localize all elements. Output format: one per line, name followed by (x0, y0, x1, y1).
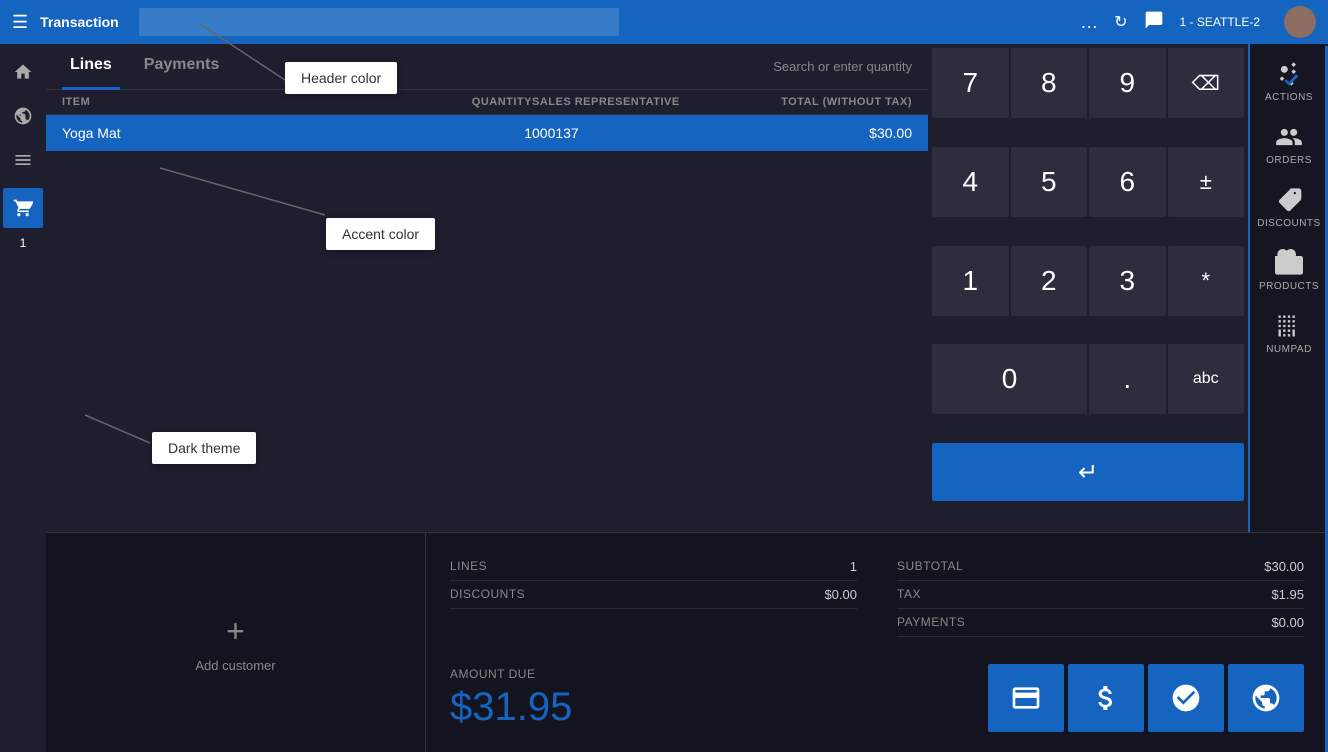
pay-card-button[interactable] (988, 664, 1064, 732)
panel-products[interactable]: PRODUCTS (1253, 241, 1325, 300)
pay-global-button[interactable] (1228, 664, 1304, 732)
num-2[interactable]: 2 (1011, 246, 1088, 316)
amount-due-label: AMOUNT DUE (450, 667, 572, 681)
panel-discounts[interactable]: % DISCOUNTS (1253, 178, 1325, 237)
num-star[interactable]: * (1168, 246, 1245, 316)
payments-row: PAYMENTS $0.00 (897, 609, 1304, 637)
cart-badge: 1 (20, 236, 27, 250)
totals-grid: LINES 1 DISCOUNTS $0.00 SUBTOTAL $ (450, 553, 1304, 637)
num-9[interactable]: 9 (1089, 48, 1166, 118)
num-abc[interactable]: abc (1168, 344, 1245, 414)
discounts-row: DISCOUNTS $0.00 (450, 581, 857, 609)
numpad-panel: 7 8 9 ⌫ 4 5 6 ± 1 2 3 * 0 . abc (928, 44, 1248, 532)
customer-panel[interactable]: + Add customer (46, 533, 426, 752)
svg-text:%: % (1283, 198, 1291, 208)
num-1[interactable]: 1 (932, 246, 1009, 316)
add-customer-icon: + (226, 613, 245, 650)
numpad-grid: 7 8 9 ⌫ 4 5 6 ± 1 2 3 * 0 . abc (928, 44, 1248, 532)
num-3[interactable]: 3 (1089, 246, 1166, 316)
refresh-icon[interactable]: ↻ (1114, 12, 1127, 32)
amount-due-value: $31.95 (450, 685, 572, 730)
num-5[interactable]: 5 (1011, 147, 1088, 217)
left-sidebar: 1 (0, 44, 46, 752)
orders-label: ORDERS (1266, 155, 1312, 166)
more-icon[interactable]: … (1080, 12, 1098, 33)
sidebar-item-cart[interactable] (3, 188, 43, 228)
num-enter[interactable]: ↵ (932, 443, 1244, 501)
payments-label: PAYMENTS (897, 615, 965, 630)
message-icon[interactable] (1144, 10, 1164, 35)
top-bar: ☰ Transaction … ↻ 1 - SEATTLE-2 (0, 0, 1328, 44)
tax-label: TAX (897, 587, 921, 602)
order-table: ITEM QUANTITY SALES REPRESENTATIVE TOTAL… (46, 90, 928, 532)
add-customer-label: Add customer (195, 658, 275, 673)
pay-cash-button[interactable] (1068, 664, 1144, 732)
tabs-row: Lines Payments Search or enter quantity (46, 44, 928, 90)
tab-lines[interactable]: Lines (62, 44, 120, 90)
payment-buttons (988, 664, 1304, 732)
amount-due-row: AMOUNT DUE $31.95 (450, 664, 1304, 732)
discounts-label: DISCOUNTS (450, 587, 525, 602)
col-quantity: QUANTITY (412, 96, 532, 108)
subtotal-value: $30.00 (1264, 559, 1304, 574)
subtotal-label: SUBTOTAL (897, 559, 963, 574)
col-sales-rep: SALES REPRESENTATIVE (532, 96, 732, 108)
right-panel: ACTIONS ORDERS % DISCOUNTS (1248, 44, 1328, 532)
location-label: 1 - SEATTLE-2 (1180, 15, 1260, 29)
discounts-label: DISCOUNTS (1257, 218, 1320, 229)
lines-row: LINES 1 (450, 553, 857, 581)
sidebar-item-home[interactable] (3, 52, 43, 92)
tax-value: $1.95 (1271, 587, 1304, 602)
table-header: ITEM QUANTITY SALES REPRESENTATIVE TOTAL… (46, 90, 928, 115)
table-row[interactable]: Yoga Mat 1 000137 $30.00 (46, 115, 928, 151)
sidebar-item-catalog[interactable] (3, 96, 43, 136)
totals-panel: LINES 1 DISCOUNTS $0.00 SUBTOTAL $ (426, 533, 1328, 752)
discounts-value: $0.00 (824, 587, 857, 602)
col-item: ITEM (62, 96, 412, 108)
num-dot[interactable]: . (1089, 344, 1166, 414)
callout-accent-color: Accent color (326, 218, 435, 250)
pay-other-button[interactable] (1148, 664, 1224, 732)
num-plusminus[interactable]: ± (1168, 147, 1245, 217)
payments-value: $0.00 (1271, 615, 1304, 630)
content-area: Lines Payments Search or enter quantity … (46, 44, 1328, 752)
row-item: Yoga Mat (62, 125, 412, 141)
num-backspace[interactable]: ⌫ (1168, 48, 1245, 118)
row-sales-rep: 000137 (532, 125, 732, 141)
callout-dark-theme: Dark theme (152, 432, 256, 464)
sidebar-item-menu[interactable] (3, 140, 43, 180)
num-7[interactable]: 7 (932, 48, 1009, 118)
callout-header-color: Header color (285, 62, 397, 94)
num-0[interactable]: 0 (932, 344, 1087, 414)
bottom-area: + Add customer LINES 1 DISCOUNTS $0.00 (46, 532, 1328, 752)
row-total: $30.00 (732, 125, 912, 141)
tab-payments[interactable]: Payments (136, 44, 228, 90)
products-label: PRODUCTS (1259, 281, 1319, 292)
user-avatar[interactable] (1284, 6, 1316, 38)
numpad-label: NUMPAD (1266, 344, 1312, 355)
num-8[interactable]: 8 (1011, 48, 1088, 118)
top-search-input[interactable] (139, 8, 619, 36)
panel-orders[interactable]: ORDERS (1253, 115, 1325, 174)
lines-value: 1 (850, 559, 857, 574)
lines-label: LINES (450, 559, 487, 574)
menu-icon[interactable]: ☰ (12, 12, 28, 33)
panel-actions[interactable]: ACTIONS (1253, 52, 1325, 111)
subtotal-row: SUBTOTAL $30.00 (897, 553, 1304, 581)
num-6[interactable]: 6 (1089, 147, 1166, 217)
tax-row: TAX $1.95 (897, 581, 1304, 609)
panel-numpad[interactable]: NUMPAD (1253, 304, 1325, 363)
app-title: Transaction (40, 14, 119, 30)
row-qty: 1 (412, 125, 532, 141)
search-qty-label: Search or enter quantity (773, 59, 912, 74)
num-4[interactable]: 4 (932, 147, 1009, 217)
actions-label: ACTIONS (1265, 92, 1313, 103)
top-bar-icons: … ↻ 1 - SEATTLE-2 (1080, 6, 1316, 38)
col-total: TOTAL (WITHOUT TAX) (732, 96, 912, 108)
